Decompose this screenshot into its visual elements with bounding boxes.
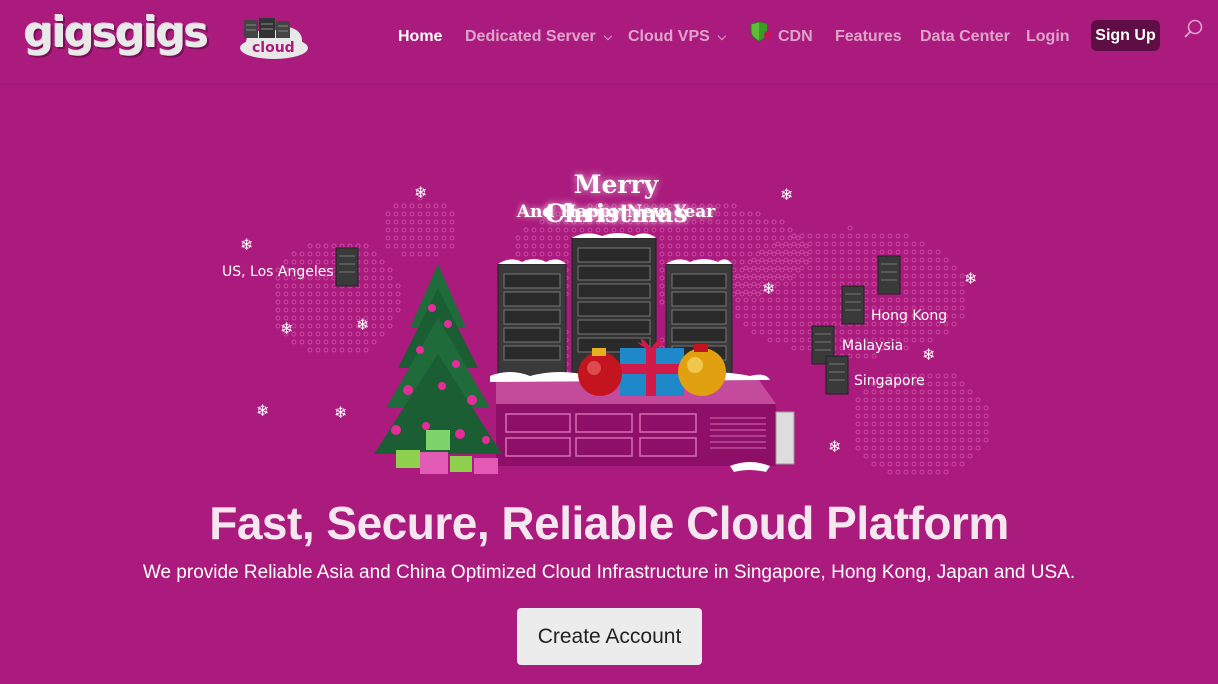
location-label-hk: Hong Kong <box>871 308 948 324</box>
nav-features[interactable]: Features <box>835 20 902 54</box>
svg-text:❄: ❄ <box>334 403 347 422</box>
main-nav: Home Dedicated Server ⌵ Cloud VPS ⌵ CDN Fe… <box>0 20 1218 54</box>
location-label-sg: Singapore <box>854 373 925 389</box>
site-header: gigsgigs cloud Home Dedicated Server ⌵ Cl… <box>0 0 1218 85</box>
svg-text:❄: ❄ <box>356 315 369 334</box>
christmas-tree-icon <box>374 264 502 474</box>
nav-dedicated-label: Dedicated Server <box>465 28 596 45</box>
svg-text:❄: ❄ <box>256 401 269 420</box>
svg-text:❄: ❄ <box>964 269 977 288</box>
svg-text:❄: ❄ <box>414 183 427 202</box>
search-icon[interactable] <box>1183 18 1205 40</box>
hero-subtext: We provide Reliable Asia and China Optim… <box>142 562 1076 583</box>
svg-text:❄: ❄ <box>922 345 935 364</box>
nav-cloud-vps[interactable]: Cloud VPS ⌵ <box>628 20 726 54</box>
svg-text:❄: ❄ <box>828 437 841 456</box>
hero-headline: Fast, Secure, Reliable Cloud Platform <box>209 497 1009 549</box>
svg-text:❄: ❄ <box>240 235 253 254</box>
nav-login[interactable]: Login <box>1026 20 1070 54</box>
svg-text:❄: ❄ <box>780 185 793 204</box>
nav-data-center[interactable]: Data Center <box>920 20 1010 54</box>
location-label-la: US, Los Angeles <box>222 264 334 280</box>
signup-button[interactable]: Sign Up <box>1091 20 1160 51</box>
chevron-down-icon: ⌵ <box>717 31 727 43</box>
greeting-subtitle: And Happy New Year <box>516 202 716 222</box>
nav-cloud-vps-label: Cloud VPS <box>628 28 710 45</box>
create-account-button[interactable]: Create Account <box>517 608 702 665</box>
nav-cdn[interactable]: CDN <box>778 20 813 54</box>
nav-home[interactable]: Home <box>398 20 442 54</box>
shield-icon <box>750 22 772 42</box>
svg-text:❄: ❄ <box>762 279 775 298</box>
chevron-down-icon: ⌵ <box>603 31 613 43</box>
location-label-my: Malaysia <box>842 338 904 354</box>
nav-dedicated-server[interactable]: Dedicated Server ⌵ <box>465 20 612 54</box>
svg-text:❄: ❄ <box>280 319 293 338</box>
